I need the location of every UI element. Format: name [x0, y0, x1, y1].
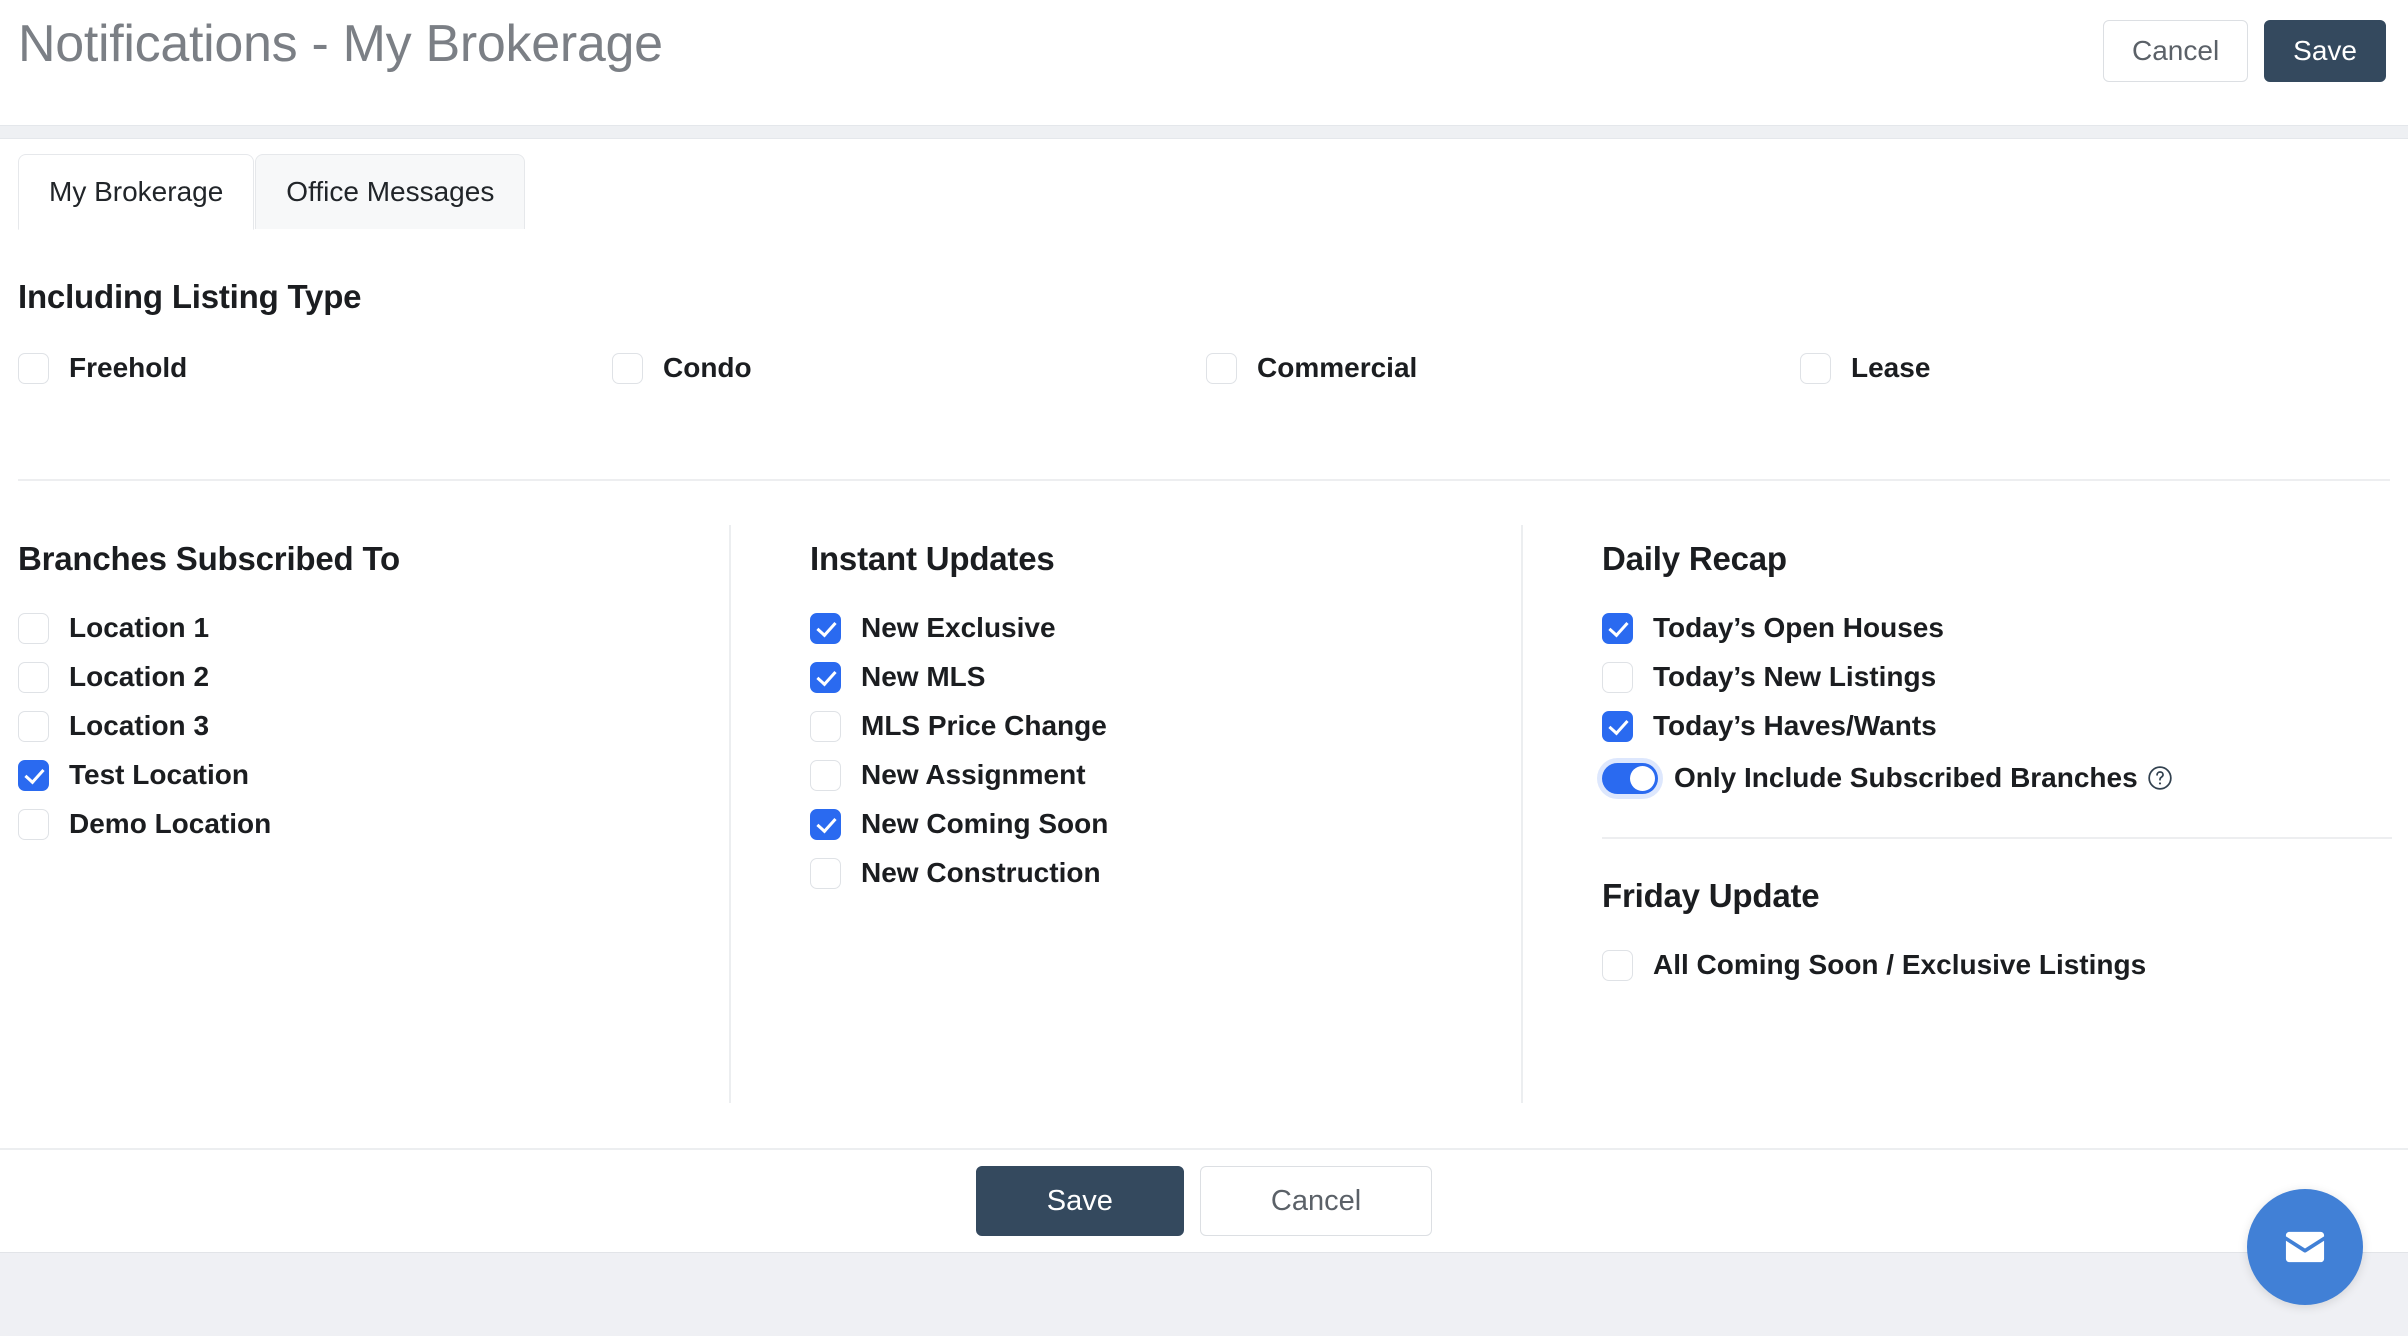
branches-column: Branches Subscribed To Location 1 Locati…: [18, 540, 708, 840]
checkbox-label: Lease: [1851, 352, 1931, 383]
column-divider-2: [1521, 525, 1523, 1103]
question-circle-icon[interactable]: [2147, 765, 2173, 791]
checkbox-label: Demo Location: [69, 808, 272, 839]
header-cancel-button[interactable]: Cancel: [2103, 20, 2249, 82]
header-actions: Cancel Save: [2103, 20, 2386, 82]
friday-update-options: All Coming Soon / Exclusive Listings: [1602, 949, 2392, 981]
checkbox-location-2[interactable]: Location 2: [18, 661, 708, 693]
checkbox-label: Location 1: [69, 612, 210, 643]
checkbox-box[interactable]: [18, 352, 49, 384]
checkbox-box[interactable]: [1602, 710, 1633, 742]
toggle-label: Only Include Subscribed Branches: [1674, 762, 2138, 793]
checkbox-location-1[interactable]: Location 1: [18, 612, 708, 644]
checkbox-todays-haves-wants[interactable]: Today’s Haves/Wants: [1602, 710, 2392, 742]
checkbox-condo[interactable]: Condo: [612, 352, 1206, 384]
tab-underline: [0, 229, 2408, 230]
checkbox-location-3[interactable]: Location 3: [18, 710, 708, 742]
checkbox-box[interactable]: [1602, 949, 1633, 981]
checkbox-commercial[interactable]: Commercial: [1206, 352, 1800, 384]
footer-cancel-button[interactable]: Cancel: [1199, 1166, 1433, 1236]
checkbox-label: Today’s Haves/Wants: [1653, 710, 1937, 741]
checkbox-box[interactable]: [810, 857, 841, 889]
checkbox-todays-open-houses[interactable]: Today’s Open Houses: [1602, 612, 2392, 644]
checkbox-box[interactable]: [810, 808, 841, 840]
checkbox-test-location[interactable]: Test Location: [18, 759, 708, 791]
checkbox-box[interactable]: [1602, 661, 1633, 693]
branches-options: Location 1 Location 2 Location 3 Test Lo…: [18, 612, 708, 840]
checkbox-all-coming-soon-exclusive[interactable]: All Coming Soon / Exclusive Listings: [1602, 949, 2392, 981]
footer-save-button[interactable]: Save: [975, 1166, 1184, 1236]
checkbox-new-coming-soon[interactable]: New Coming Soon: [810, 808, 1500, 840]
checkbox-label: MLS Price Change: [861, 710, 1107, 741]
checkbox-box[interactable]: [18, 710, 49, 742]
listing-type-heading: Including Listing Type: [18, 278, 362, 315]
checkbox-label: All Coming Soon / Exclusive Listings: [1653, 949, 2147, 980]
checkbox-demo-location[interactable]: Demo Location: [18, 808, 708, 840]
instant-updates-column: Instant Updates New Exclusive New MLS ML…: [810, 540, 1500, 889]
checkbox-new-exclusive[interactable]: New Exclusive: [810, 612, 1500, 644]
listing-type-options: Freehold Condo Commercial Lease: [18, 352, 2390, 384]
header-separator: [0, 125, 2408, 139]
friday-update-heading: Friday Update: [1602, 877, 1820, 914]
branches-heading: Branches Subscribed To: [18, 540, 400, 577]
checkbox-label: New Construction: [861, 857, 1101, 888]
checkbox-label: Condo: [663, 352, 752, 383]
checkbox-box[interactable]: [18, 612, 49, 644]
checkbox-box[interactable]: [1602, 612, 1633, 644]
toggle-only-subscribed-branches[interactable]: Only Include Subscribed Branches: [1602, 762, 2392, 794]
checkbox-freehold[interactable]: Freehold: [18, 352, 612, 384]
notifications-settings-page: Notifications - My Brokerage Cancel Save…: [0, 0, 2408, 1336]
page-footer: Save Cancel: [0, 1148, 2408, 1252]
checkbox-new-assignment[interactable]: New Assignment: [810, 759, 1500, 791]
tab-office-messages[interactable]: Office Messages: [255, 154, 526, 230]
checkbox-box[interactable]: [18, 759, 49, 791]
toggle-knob: [1630, 765, 1655, 791]
checkbox-mls-price-change[interactable]: MLS Price Change: [810, 710, 1500, 742]
checkbox-box[interactable]: [810, 710, 841, 742]
checkbox-box[interactable]: [18, 661, 49, 693]
checkbox-box[interactable]: [1800, 352, 1831, 384]
daily-recap-options: Today’s Open Houses Today’s New Listings…: [1602, 612, 2392, 742]
checkbox-box[interactable]: [810, 661, 841, 693]
daily-recap-heading: Daily Recap: [1602, 540, 1787, 577]
section-divider: [18, 479, 2390, 481]
checkbox-label: Location 2: [69, 661, 210, 692]
checkbox-label: Location 3: [69, 710, 210, 741]
checkbox-label: New Assignment: [861, 759, 1086, 790]
tab-strip: My Brokerage Office Messages: [18, 154, 526, 230]
bottom-strip: [0, 1252, 2408, 1336]
checkbox-box[interactable]: [810, 612, 841, 644]
page-header: Notifications - My Brokerage Cancel Save: [0, 0, 2408, 125]
checkbox-label: New MLS: [861, 661, 986, 692]
instant-updates-options: New Exclusive New MLS MLS Price Change N…: [810, 612, 1500, 889]
column-divider-1: [729, 525, 731, 1103]
checkbox-lease[interactable]: Lease: [1800, 352, 2394, 384]
listing-type-section: Including Listing Type Freehold Condo Co…: [18, 278, 2390, 384]
checkbox-label: Today’s Open Houses: [1653, 612, 1944, 643]
checkbox-todays-new-listings[interactable]: Today’s New Listings: [1602, 661, 2392, 693]
checkbox-new-mls[interactable]: New MLS: [810, 661, 1500, 693]
checkbox-label: New Exclusive: [861, 612, 1056, 643]
checkbox-box[interactable]: [18, 808, 49, 840]
checkbox-label: New Coming Soon: [861, 808, 1109, 839]
daily-recap-column: Daily Recap Today’s Open Houses Today’s …: [1602, 540, 2392, 981]
checkbox-label: Freehold: [69, 352, 188, 383]
header-save-button[interactable]: Save: [2264, 20, 2386, 82]
checkbox-box[interactable]: [612, 352, 643, 384]
tab-my-brokerage[interactable]: My Brokerage: [18, 154, 255, 230]
checkbox-label: Today’s New Listings: [1653, 661, 1937, 692]
tab-bar: My Brokerage Office Messages: [0, 140, 2408, 230]
checkbox-box[interactable]: [810, 759, 841, 791]
instant-updates-heading: Instant Updates: [810, 540, 1055, 577]
checkbox-box[interactable]: [1206, 352, 1237, 384]
toggle-switch[interactable]: [1602, 762, 1658, 794]
page-title: Notifications - My Brokerage: [18, 15, 663, 73]
checkbox-label: Commercial: [1257, 352, 1418, 383]
daily-recap-divider: [1602, 837, 2392, 839]
mail-envelope-icon[interactable]: [2247, 1189, 2363, 1305]
checkbox-label: Test Location: [69, 759, 249, 790]
checkbox-new-construction[interactable]: New Construction: [810, 857, 1500, 889]
